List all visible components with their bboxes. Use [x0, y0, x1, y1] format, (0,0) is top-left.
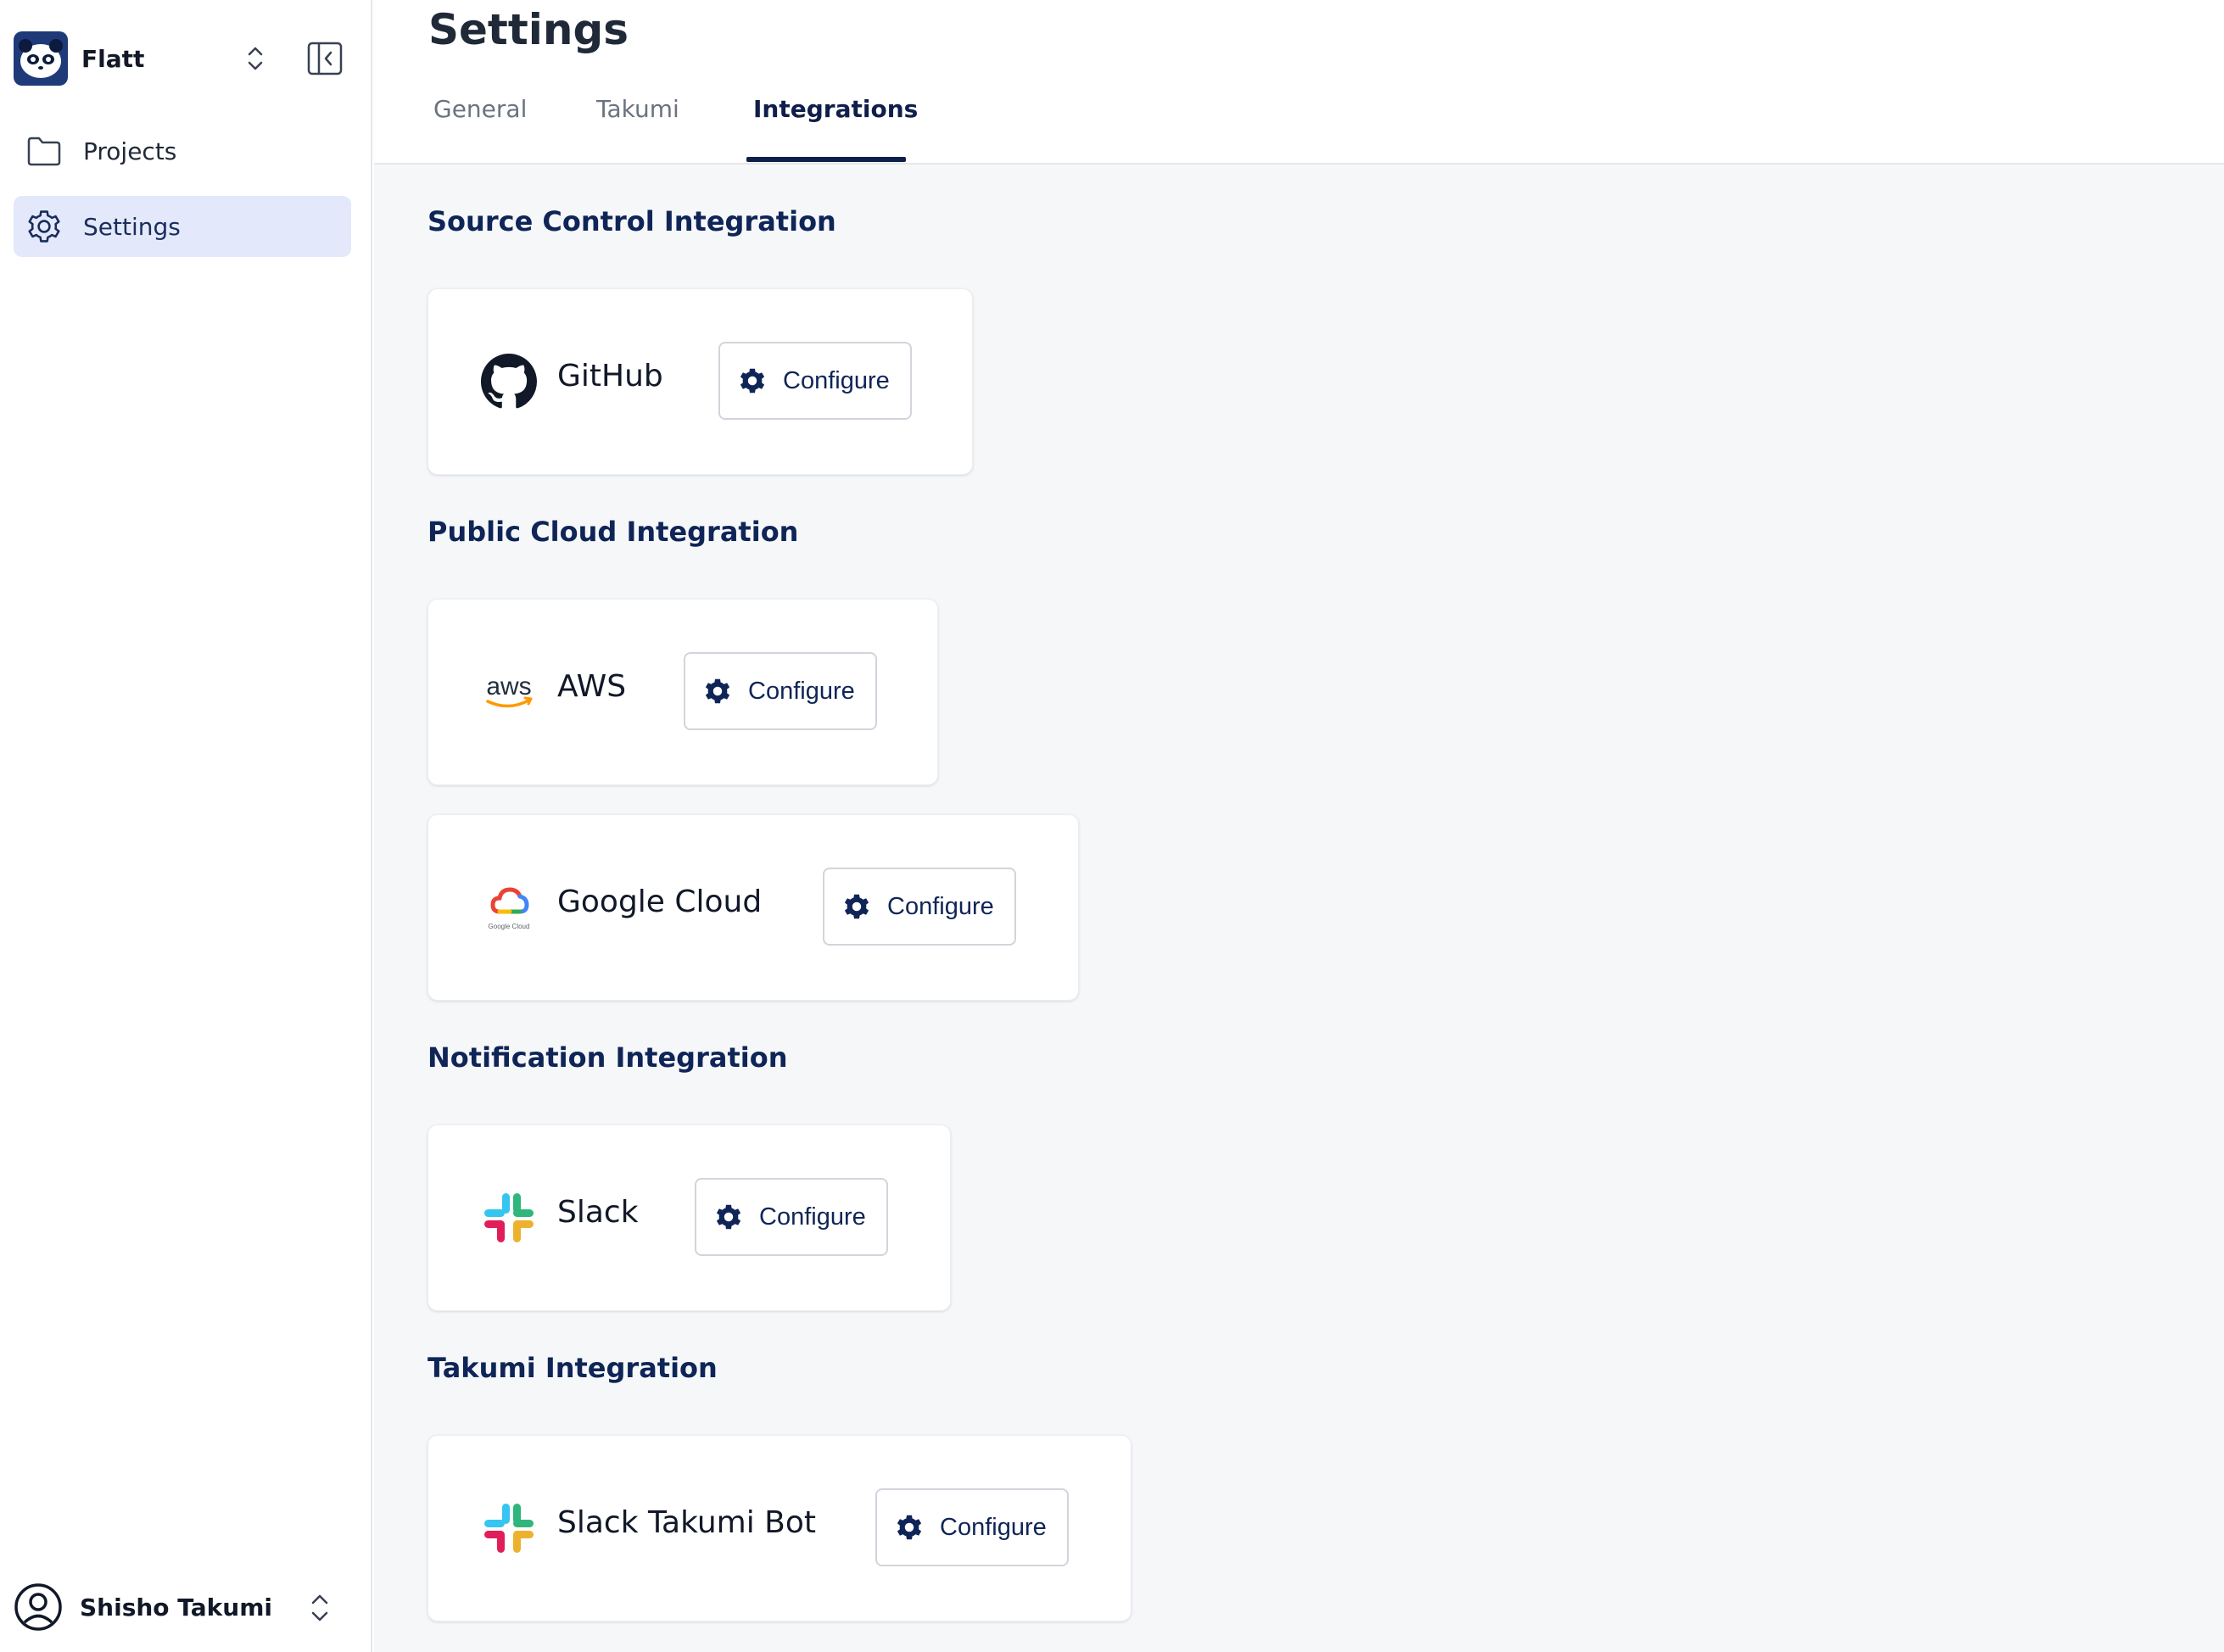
configure-label: Configure	[940, 1513, 1047, 1541]
page-header: Settings General Takumi Integrations	[374, 0, 2224, 165]
sidebar-item-projects[interactable]: Projects	[14, 120, 351, 181]
integration-card-github: GitHub Configure	[427, 288, 973, 475]
integration-name: GitHub	[557, 359, 663, 393]
configure-slack-takumi-bot-button[interactable]: Configure	[875, 1488, 1069, 1566]
configure-aws-button[interactable]: Configure	[684, 652, 877, 730]
aws-icon: aws	[481, 664, 537, 720]
configure-label: Configure	[748, 677, 855, 705]
gear-icon	[702, 676, 733, 706]
org-switcher[interactable]: Flatt	[14, 31, 353, 87]
org-name: Flatt	[81, 44, 145, 73]
section-title-takumi: Takumi Integration	[427, 1352, 718, 1384]
github-icon	[481, 354, 537, 410]
user-menu[interactable]: Shisho Takumi	[14, 1579, 353, 1635]
panda-logo-icon	[14, 31, 68, 86]
configure-label: Configure	[887, 892, 994, 920]
integration-card-slack-takumi-bot: Slack Takumi Bot Configure	[427, 1435, 1132, 1621]
section-title-notification: Notification Integration	[427, 1041, 788, 1074]
gear-icon	[713, 1202, 744, 1232]
slack-icon	[481, 1500, 537, 1556]
main-content: Settings General Takumi Integrations Sou…	[374, 0, 2224, 1652]
integration-name: Slack Takumi Bot	[557, 1505, 816, 1540]
integration-card-aws: aws AWS Configure	[427, 599, 938, 785]
gear-icon	[737, 366, 768, 396]
configure-google-cloud-button[interactable]: Configure	[823, 868, 1016, 946]
section-title-public-cloud: Public Cloud Integration	[427, 516, 799, 548]
google-cloud-logo-text: Google Cloud	[489, 923, 530, 930]
gear-icon	[894, 1512, 925, 1543]
gear-icon	[841, 891, 872, 922]
integration-name: AWS	[557, 669, 627, 704]
chevron-up-down-icon[interactable]	[244, 44, 266, 73]
user-avatar-icon	[14, 1582, 63, 1632]
configure-github-button[interactable]: Configure	[718, 342, 912, 420]
sidebar-item-label: Settings	[83, 212, 181, 241]
tab-integrations[interactable]: Integrations	[753, 95, 918, 123]
slack-icon	[481, 1190, 537, 1246]
integration name: Slack	[557, 1195, 639, 1230]
sidebar-collapse-icon[interactable]	[305, 39, 344, 78]
sidebar: Flatt Projects Settings Shisho Takumi	[0, 0, 372, 1652]
gear-icon	[25, 208, 63, 245]
google-cloud-icon: Google Cloud	[481, 879, 537, 935]
section-title-source-control: Source Control Integration	[427, 205, 836, 237]
tab-general[interactable]: General	[433, 95, 527, 123]
aws-logo-text: aws	[486, 673, 531, 700]
configure-slack-button[interactable]: Configure	[695, 1178, 888, 1256]
sidebar-item-label: Projects	[83, 137, 177, 165]
chevron-up-down-icon[interactable]	[307, 1591, 332, 1625]
configure-label: Configure	[783, 366, 890, 394]
integration-card-slack: Slack Configure	[427, 1125, 951, 1311]
active-tab-indicator	[746, 157, 906, 162]
page-title: Settings	[428, 5, 629, 54]
integration-name: Google Cloud	[557, 885, 763, 919]
sidebar-item-settings[interactable]: Settings	[14, 196, 351, 257]
configure-label: Configure	[759, 1203, 866, 1231]
folder-icon	[25, 132, 63, 170]
integration-card-google-cloud: Google Cloud Google Cloud Configure	[427, 814, 1079, 1001]
tab-takumi[interactable]: Takumi	[596, 95, 679, 123]
user-name: Shisho Takumi	[80, 1593, 272, 1621]
